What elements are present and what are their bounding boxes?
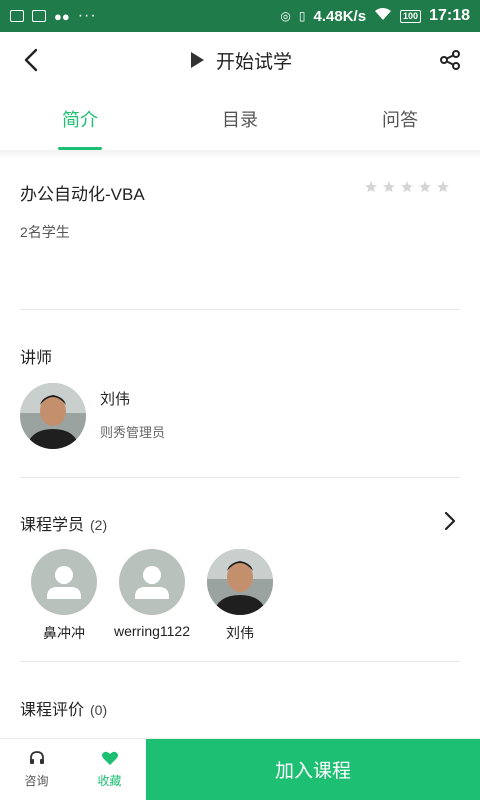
- join-course-button[interactable]: 加入课程: [146, 739, 480, 800]
- star-icon: [437, 181, 449, 193]
- star-icon: [401, 181, 413, 193]
- teacher-avatar[interactable]: [20, 383, 86, 449]
- page-title[interactable]: 开始试学: [216, 47, 292, 74]
- mail-icon: [32, 10, 46, 22]
- headset-icon: [29, 751, 44, 764]
- chevron-right-icon: [444, 511, 456, 531]
- tab-divider: [0, 150, 480, 158]
- member-avatar: [31, 549, 97, 615]
- default-avatar-icon: [47, 566, 81, 599]
- network-speed: 4.48K/s: [313, 7, 367, 25]
- teacher-name: 刘伟: [100, 391, 131, 408]
- member-item[interactable]: 鼻冲冲: [16, 549, 112, 643]
- person-photo-icon: [20, 383, 86, 449]
- battery-icon: 100: [400, 9, 422, 23]
- teacher-section-title: 讲师: [20, 350, 53, 367]
- member-avatar: [207, 549, 273, 615]
- divider: [20, 661, 460, 662]
- chevron-left-icon: [24, 48, 38, 72]
- vibrate-icon: ▯: [298, 9, 306, 23]
- play-icon: [190, 52, 204, 68]
- favorite-button[interactable]: 收藏: [73, 739, 146, 800]
- member-name: werring1122: [113, 623, 190, 639]
- teacher-role: 则秀管理员: [100, 425, 166, 440]
- reviews-count: (0): [90, 702, 108, 718]
- person-photo-icon: [207, 549, 273, 615]
- members-more-button[interactable]: [442, 511, 458, 531]
- tab-qa[interactable]: 问答: [320, 88, 480, 150]
- member-avatar: [119, 549, 185, 615]
- default-avatar-icon: [135, 566, 169, 599]
- clock: 17:18: [429, 7, 470, 24]
- star-icon: [419, 181, 431, 193]
- wechat-icon: ●●: [54, 8, 70, 24]
- more-notifications: ···: [77, 7, 97, 24]
- star-icon: [383, 181, 395, 193]
- bottom-action-bar: 咨询 收藏 加入课程: [0, 738, 480, 800]
- tab-intro[interactable]: 简介: [0, 88, 160, 150]
- star-icon: [365, 181, 377, 193]
- rating-stars: [364, 180, 450, 194]
- share-icon: [440, 50, 460, 70]
- heart-icon: [101, 751, 118, 765]
- back-button[interactable]: [18, 46, 46, 74]
- location-icon: ◎: [280, 9, 291, 23]
- share-button[interactable]: [438, 48, 462, 72]
- status-bar: ●● ··· ◎ ▯ 4.48K/s 100 17:18: [0, 0, 480, 32]
- top-nav: 开始试学: [0, 32, 480, 88]
- consult-label: 咨询: [24, 774, 49, 788]
- divider: [20, 477, 460, 478]
- member-name: 刘伟: [226, 625, 254, 641]
- divider: [20, 309, 460, 310]
- course-title: 办公自动化-VBA: [20, 185, 145, 204]
- reviews-section-title: 课程评价 (0): [20, 696, 107, 720]
- reviews-title-label: 课程评价: [20, 702, 85, 719]
- favorite-label: 收藏: [97, 774, 122, 788]
- members-title-label: 课程学员: [20, 517, 85, 534]
- notification-icon: [10, 10, 24, 22]
- members-count: (2): [90, 517, 108, 533]
- tab-catalog[interactable]: 目录: [160, 88, 320, 150]
- member-item[interactable]: werring1122: [104, 549, 200, 639]
- student-count: 2名学生: [20, 224, 70, 240]
- members-section-title: 课程学员 (2): [20, 511, 107, 535]
- wifi-icon: [374, 7, 392, 25]
- tab-bar: 简介 目录 问答: [0, 88, 480, 150]
- member-item[interactable]: 刘伟: [192, 549, 288, 643]
- consult-button[interactable]: 咨询: [0, 739, 73, 800]
- member-name: 鼻冲冲: [43, 625, 85, 641]
